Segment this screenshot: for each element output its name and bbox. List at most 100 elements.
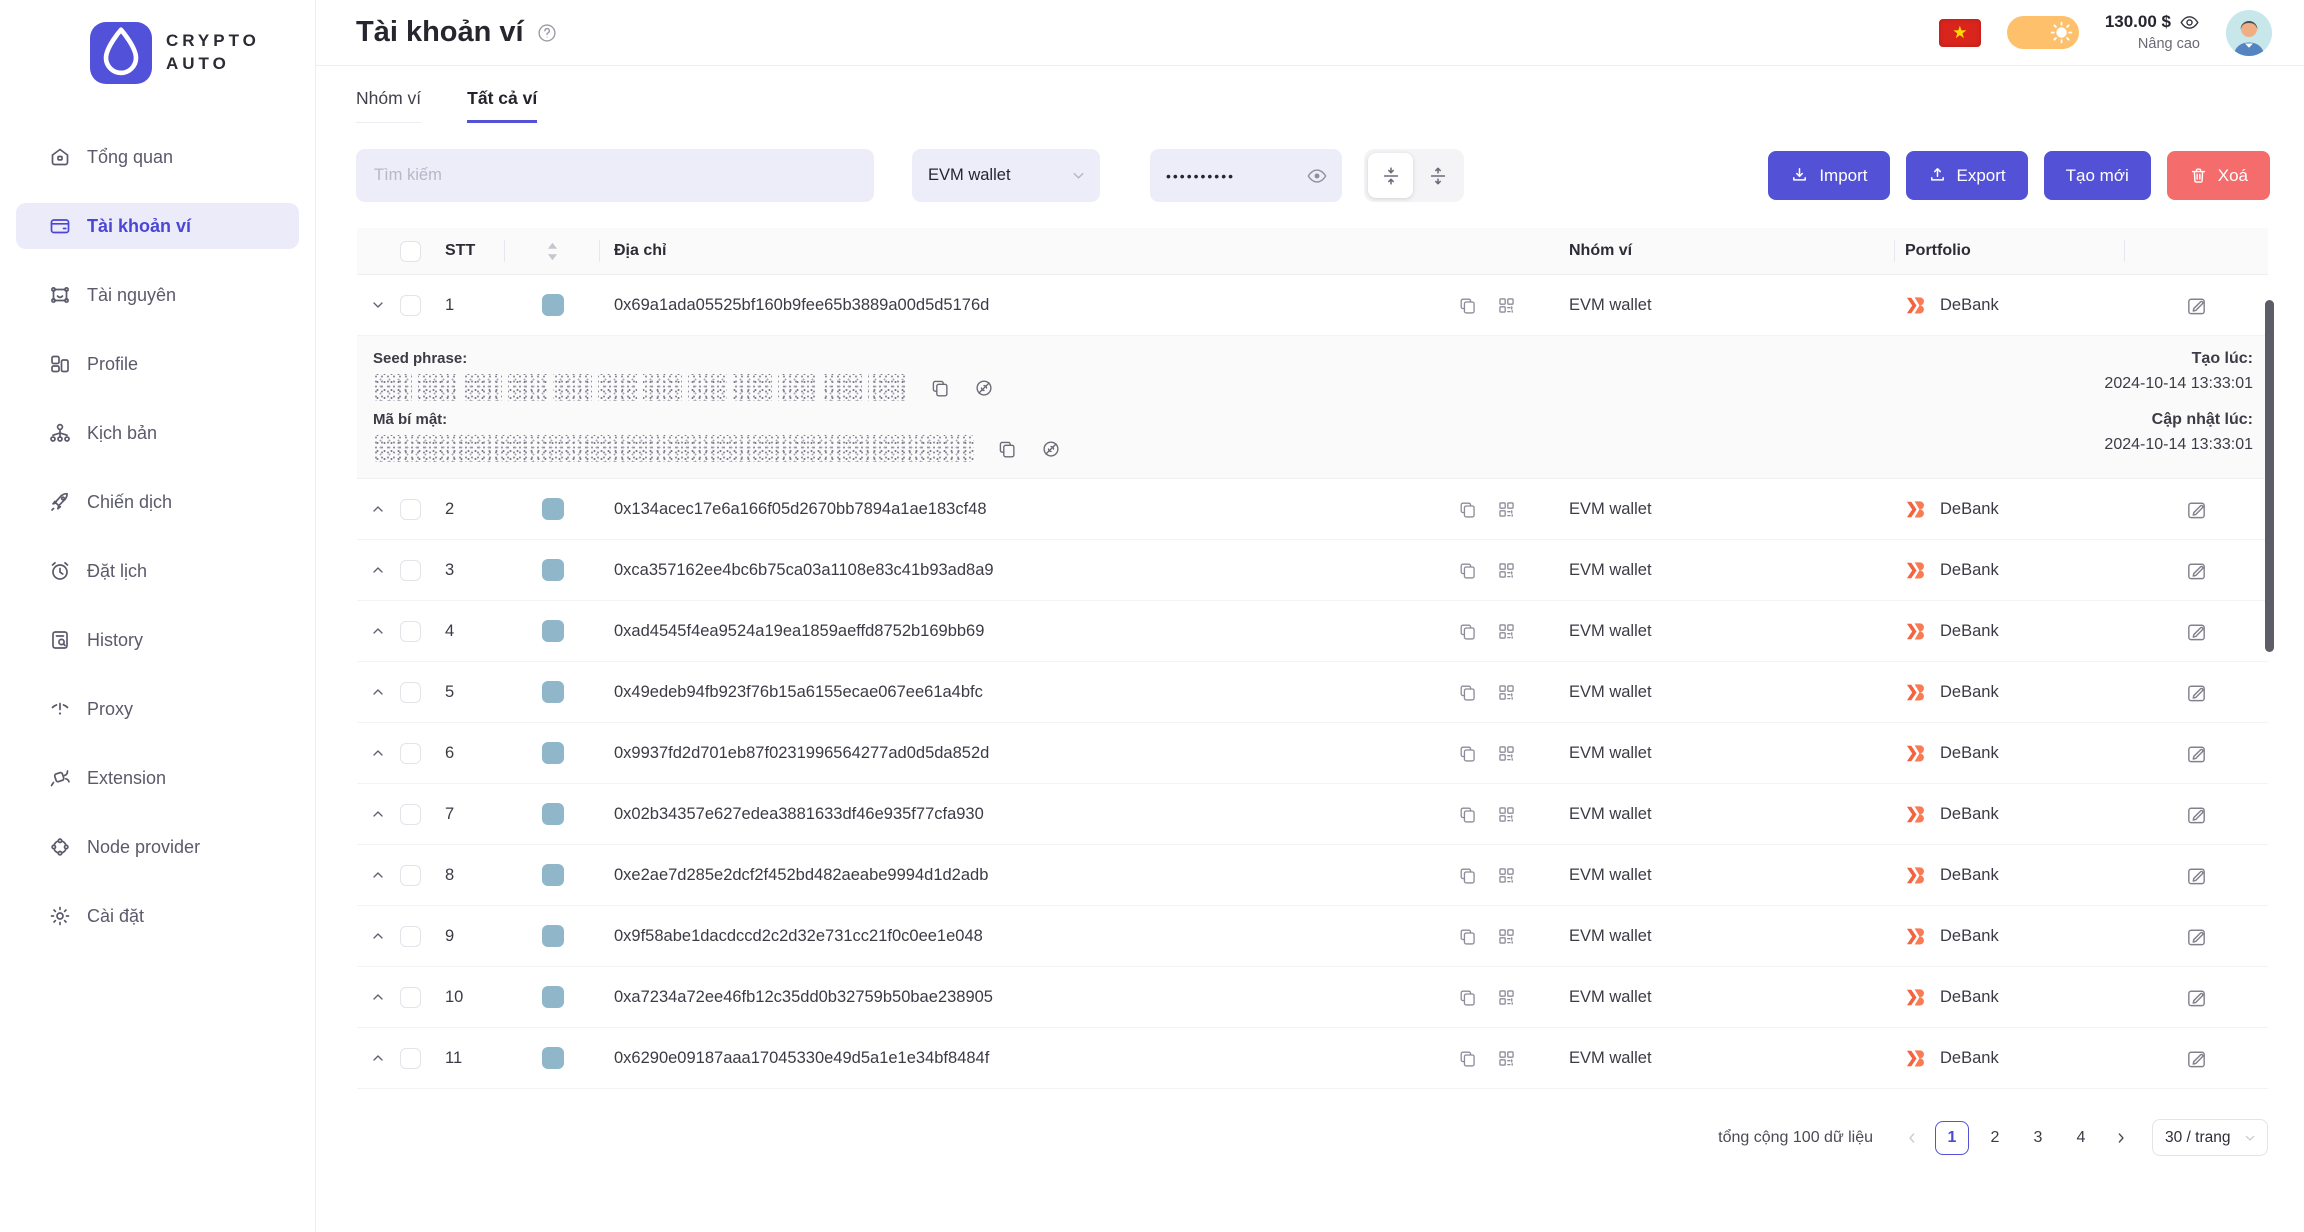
reveal-secret-eye-off-icon[interactable] [1040, 438, 1062, 460]
edit-wallet-icon[interactable] [2185, 559, 2208, 582]
prev-page-icon[interactable] [1898, 1121, 1926, 1155]
sidebar-item-history[interactable]: History [16, 617, 299, 663]
row-checkbox[interactable] [400, 498, 421, 520]
sidebar-item-extension[interactable]: Extension [16, 755, 299, 801]
qr-code-icon[interactable] [1496, 804, 1517, 825]
import-button[interactable]: Import [1768, 151, 1890, 200]
sidebar-item-tong-quan[interactable]: Tổng quan [16, 134, 299, 180]
page-button-4[interactable]: 4 [2064, 1120, 2098, 1155]
language-flag-vn[interactable]: ★ [1938, 18, 1981, 47]
edit-wallet-icon[interactable] [2185, 294, 2208, 317]
create-button[interactable]: Tạo mới [2043, 151, 2151, 200]
row-expander-icon[interactable] [369, 296, 387, 314]
vertical-scrollbar[interactable] [2265, 300, 2274, 652]
page-button-1[interactable]: 1 [1935, 1120, 1969, 1155]
row-expander-icon[interactable] [369, 683, 387, 701]
avatar[interactable] [2226, 9, 2272, 56]
qr-code-icon[interactable] [1496, 499, 1517, 520]
qr-code-icon[interactable] [1496, 926, 1517, 947]
delete-button[interactable]: Xoá [2166, 151, 2270, 200]
row-expander-icon[interactable] [369, 1049, 387, 1067]
edit-wallet-icon[interactable] [2185, 742, 2208, 765]
copy-address-icon[interactable] [1457, 987, 1478, 1008]
edit-wallet-icon[interactable] [2185, 925, 2208, 948]
search-input[interactable] [356, 149, 874, 202]
page-button-2[interactable]: 2 [1978, 1120, 2012, 1155]
export-button[interactable]: Export [1905, 151, 2028, 200]
reveal-seed-eye-off-icon[interactable] [973, 377, 995, 399]
qr-code-icon[interactable] [1496, 1048, 1517, 1069]
qr-code-icon[interactable] [1496, 621, 1517, 642]
row-expander-icon[interactable] [369, 866, 387, 884]
page-size-select[interactable]: 30 / trang [2152, 1119, 2268, 1156]
row-checkbox[interactable] [400, 925, 421, 947]
row-checkbox[interactable] [400, 742, 421, 764]
qr-code-icon[interactable] [1496, 682, 1517, 703]
copy-address-icon[interactable] [1457, 621, 1478, 642]
row-checkbox[interactable] [400, 681, 421, 703]
tab-tat-ca-vi[interactable]: Tất cả ví [467, 88, 538, 123]
sidebar-item-kich-ban[interactable]: Kịch bản [16, 410, 299, 456]
row-expander-icon[interactable] [369, 927, 387, 945]
edit-wallet-icon[interactable] [2185, 681, 2208, 704]
copy-secret-icon[interactable] [996, 438, 1018, 460]
copy-seed-icon[interactable] [929, 377, 951, 399]
page-button-3[interactable]: 3 [2021, 1120, 2055, 1155]
row-checkbox[interactable] [400, 803, 421, 825]
edit-wallet-icon[interactable] [2185, 1047, 2208, 1070]
wallet-type-select[interactable]: EVM wallet [912, 149, 1100, 202]
sort-control[interactable] [547, 242, 558, 261]
qr-code-icon[interactable] [1496, 987, 1517, 1008]
copy-address-icon[interactable] [1457, 295, 1478, 316]
collapse-rows-button[interactable] [1368, 153, 1413, 198]
edit-wallet-icon[interactable] [2185, 620, 2208, 643]
help-icon[interactable] [536, 22, 558, 44]
password-eye-icon[interactable] [1306, 165, 1328, 187]
row-expander-icon[interactable] [369, 500, 387, 518]
qr-code-icon[interactable] [1496, 865, 1517, 886]
qr-code-icon[interactable] [1496, 743, 1517, 764]
edit-wallet-icon[interactable] [2185, 498, 2208, 521]
balance-visibility-eye-icon[interactable] [2179, 12, 2200, 33]
row-checkbox[interactable] [400, 294, 421, 316]
edit-wallet-icon[interactable] [2185, 864, 2208, 887]
sidebar-item-dat-lich[interactable]: Đặt lịch [16, 548, 299, 594]
tab-nhom-vi[interactable]: Nhóm ví [356, 88, 422, 123]
expand-rows-button[interactable] [1415, 153, 1460, 198]
row-expander-icon[interactable] [369, 622, 387, 640]
row-checkbox[interactable] [400, 620, 421, 642]
theme-toggle[interactable] [2006, 16, 2079, 49]
row-checkbox[interactable] [400, 864, 421, 886]
qr-code-icon[interactable] [1496, 295, 1517, 316]
sidebar-item-tai-khoan-vi[interactable]: Tài khoản ví [16, 203, 299, 249]
sidebar-item-chien-dich[interactable]: Chiến dịch [16, 479, 299, 525]
password-field[interactable] [1150, 149, 1342, 202]
sidebar-item-profile[interactable]: Profile [16, 341, 299, 387]
copy-address-icon[interactable] [1457, 804, 1478, 825]
copy-address-icon[interactable] [1457, 865, 1478, 886]
copy-address-icon[interactable] [1457, 682, 1478, 703]
copy-address-icon[interactable] [1457, 1048, 1478, 1069]
edit-wallet-icon[interactable] [2185, 986, 2208, 1009]
password-input[interactable] [1166, 167, 1306, 184]
sidebar-item-proxy[interactable]: Proxy [16, 686, 299, 732]
wallet-color-square [541, 742, 564, 764]
copy-address-icon[interactable] [1457, 499, 1478, 520]
copy-address-icon[interactable] [1457, 743, 1478, 764]
row-expander-icon[interactable] [369, 561, 387, 579]
sidebar-item-tai-nguyen[interactable]: Tài nguyên [16, 272, 299, 318]
next-page-icon[interactable] [2107, 1121, 2135, 1155]
qr-code-icon[interactable] [1496, 560, 1517, 581]
row-expander-icon[interactable] [369, 988, 387, 1006]
sidebar-item-cai-dat[interactable]: Cài đặt [16, 893, 299, 939]
row-checkbox[interactable] [400, 1047, 421, 1069]
row-checkbox[interactable] [400, 986, 421, 1008]
row-expander-icon[interactable] [369, 744, 387, 762]
copy-address-icon[interactable] [1457, 926, 1478, 947]
copy-address-icon[interactable] [1457, 560, 1478, 581]
sidebar-item-node-provider[interactable]: Node provider [16, 824, 299, 870]
select-all-checkbox[interactable] [400, 240, 421, 262]
row-checkbox[interactable] [400, 559, 421, 581]
row-expander-icon[interactable] [369, 805, 387, 823]
edit-wallet-icon[interactable] [2185, 803, 2208, 826]
